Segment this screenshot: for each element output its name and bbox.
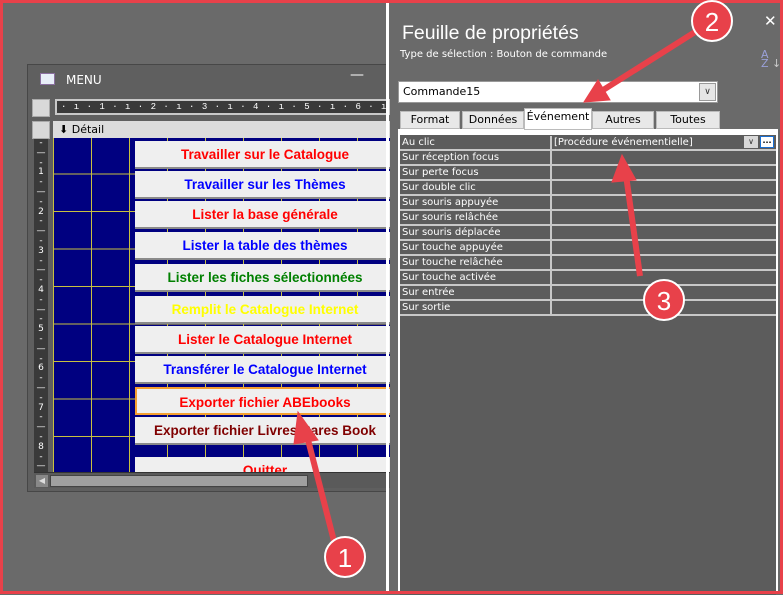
arrowhead-1 (293, 410, 319, 445)
arrow-2 (598, 29, 697, 95)
arrow-1 (303, 431, 338, 546)
marker-2-label: 2 (705, 7, 719, 37)
marker-3-label: 3 (657, 286, 671, 316)
arrowhead-3 (611, 153, 637, 183)
marker-1-label: 1 (338, 543, 352, 573)
arrow-3 (623, 174, 643, 277)
annotation-layer: 1 2 3 (293, 0, 733, 578)
